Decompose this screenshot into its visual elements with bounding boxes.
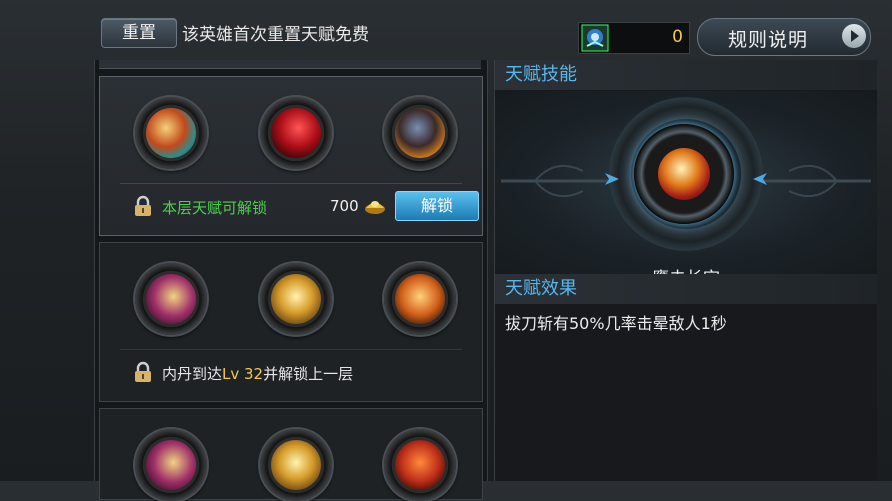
warrior-face-icon bbox=[395, 108, 445, 158]
tier-status: 内丹到达Lv 32并解锁上一层 bbox=[162, 363, 353, 384]
skill-slot-5[interactable] bbox=[260, 263, 332, 335]
eagle-strike-icon bbox=[658, 148, 710, 200]
skill-slot-4[interactable] bbox=[135, 263, 207, 335]
effect-description: 拔刀斩有50%几率击晕敌人1秒 bbox=[505, 314, 727, 333]
gem-counter: 0 bbox=[578, 22, 690, 54]
tier-status-prefix: 内丹到达 bbox=[162, 365, 223, 383]
flame-swirl-icon bbox=[395, 440, 445, 490]
wing-left-icon bbox=[605, 173, 619, 185]
effect-section-header: 天赋效果 bbox=[495, 274, 877, 304]
skill-section-header: 天赋技能 bbox=[495, 60, 877, 90]
skill-slot-9[interactable] bbox=[384, 429, 456, 501]
tier-status-level: Lv 32 bbox=[222, 365, 264, 383]
skill-slot-6[interactable] bbox=[384, 263, 456, 335]
golden-spear-icon bbox=[271, 274, 321, 324]
talent-tier-3 bbox=[99, 408, 483, 501]
tier-status-suffix: 并解锁上一层 bbox=[263, 365, 354, 383]
skill-slot-3[interactable] bbox=[384, 97, 456, 169]
talent-tier-2: 内丹到达Lv 32并解锁上一层 bbox=[99, 242, 483, 402]
tier-status: 本层天赋可解锁 bbox=[162, 199, 268, 217]
skill-slot-8[interactable] bbox=[260, 429, 332, 501]
tier-divider bbox=[120, 183, 462, 184]
tier-divider bbox=[120, 349, 462, 350]
fire-slash-icon bbox=[395, 274, 445, 324]
golden-spear-icon bbox=[271, 440, 321, 490]
lock-icon bbox=[135, 195, 151, 216]
reset-note: 该英雄首次重置天赋免费 bbox=[182, 25, 369, 45]
skill-slot-7[interactable] bbox=[135, 429, 207, 501]
purple-slash-icon bbox=[146, 274, 196, 324]
talent-detail-panel: 天赋技能 鹰击长空 天赋效果 拔刀斩有50%几率击晕敌人1秒 bbox=[494, 60, 877, 481]
unlock-button[interactable]: 解锁 bbox=[395, 191, 479, 221]
gem-count: 0 bbox=[672, 27, 683, 47]
wing-right-icon bbox=[753, 173, 767, 185]
lock-icon bbox=[135, 361, 151, 382]
skill-slot-1[interactable] bbox=[135, 97, 207, 169]
talent-stage: 鹰击长空 bbox=[495, 91, 877, 289]
rules-label: 规则说明 bbox=[728, 29, 809, 51]
sword-slash-icon bbox=[146, 108, 196, 158]
reset-button[interactable]: 重置 bbox=[101, 18, 177, 48]
blood-blade-icon bbox=[271, 108, 321, 158]
tier-top-edge bbox=[99, 60, 481, 69]
play-arrow-icon bbox=[842, 24, 866, 48]
purple-slash-icon bbox=[146, 440, 196, 490]
talent-tier-list: 本层天赋可解锁 700 解锁 内丹到达Lv 32并解锁上一层 bbox=[94, 60, 488, 501]
rules-button[interactable]: 规则说明 bbox=[697, 18, 871, 56]
gem-icon bbox=[581, 24, 609, 52]
selected-skill[interactable] bbox=[634, 124, 734, 224]
skill-slot-2[interactable] bbox=[260, 97, 332, 169]
unlock-cost: 700 bbox=[330, 197, 359, 215]
talent-tier-1: 本层天赋可解锁 700 解锁 bbox=[99, 76, 483, 236]
gold-ingot-icon bbox=[365, 201, 385, 214]
